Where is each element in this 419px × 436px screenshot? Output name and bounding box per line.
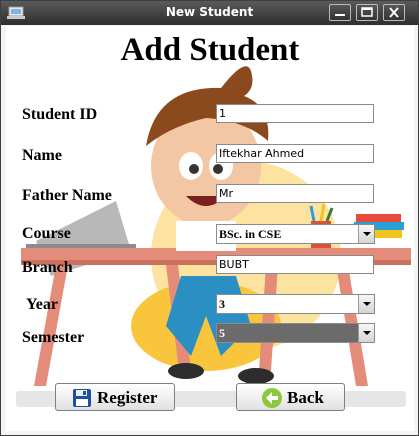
year-label: Year xyxy=(26,296,58,313)
floppy-disk-icon xyxy=(73,389,91,407)
close-icon xyxy=(389,7,399,18)
student-id-label: Student ID xyxy=(22,106,98,123)
year-selected-value: 3 xyxy=(219,297,225,311)
branch-label: Branch xyxy=(22,259,73,276)
branch-field[interactable]: BUBT xyxy=(216,255,374,274)
form-panel: Add Student Student ID 1 Name Iftekhar A… xyxy=(6,26,414,431)
year-dropdown-button[interactable] xyxy=(358,295,374,313)
semester-label: Semester xyxy=(22,329,85,346)
name-field[interactable]: Iftekhar Ahmed xyxy=(216,144,374,163)
chevron-down-icon xyxy=(363,302,371,306)
maximize-icon xyxy=(361,7,373,17)
semester-dropdown-button[interactable] xyxy=(358,324,374,342)
new-student-window: New Student Add Student Student ID 1 Nam… xyxy=(0,0,419,436)
minimize-icon xyxy=(335,14,345,16)
maximize-button[interactable] xyxy=(356,4,378,21)
chevron-down-icon xyxy=(363,232,371,236)
name-label: Name xyxy=(22,147,62,164)
close-button[interactable] xyxy=(383,4,405,21)
minimize-button[interactable] xyxy=(329,4,351,21)
year-select[interactable]: 3 xyxy=(216,294,375,314)
page-title: Add Student xyxy=(120,32,300,68)
register-label: Register xyxy=(97,388,158,407)
father-name-label: Father Name xyxy=(22,187,112,204)
father-name-field[interactable]: Mr xyxy=(216,184,374,203)
course-label: Course xyxy=(22,225,71,242)
chevron-down-icon xyxy=(363,331,371,335)
back-arrow-icon xyxy=(262,388,282,408)
course-dropdown-button[interactable] xyxy=(358,225,374,243)
course-select[interactable]: BSc. in CSE xyxy=(216,224,375,244)
back-button[interactable]: Back xyxy=(236,383,345,411)
semester-selected-value: 5 xyxy=(219,326,225,340)
semester-select[interactable]: 5 xyxy=(216,323,375,343)
title-bar[interactable]: New Student xyxy=(1,1,418,25)
back-label: Back xyxy=(287,388,324,407)
course-selected-value: BSc. in CSE xyxy=(219,227,282,241)
student-id-field[interactable]: 1 xyxy=(216,104,374,123)
register-button[interactable]: Register xyxy=(55,383,175,411)
